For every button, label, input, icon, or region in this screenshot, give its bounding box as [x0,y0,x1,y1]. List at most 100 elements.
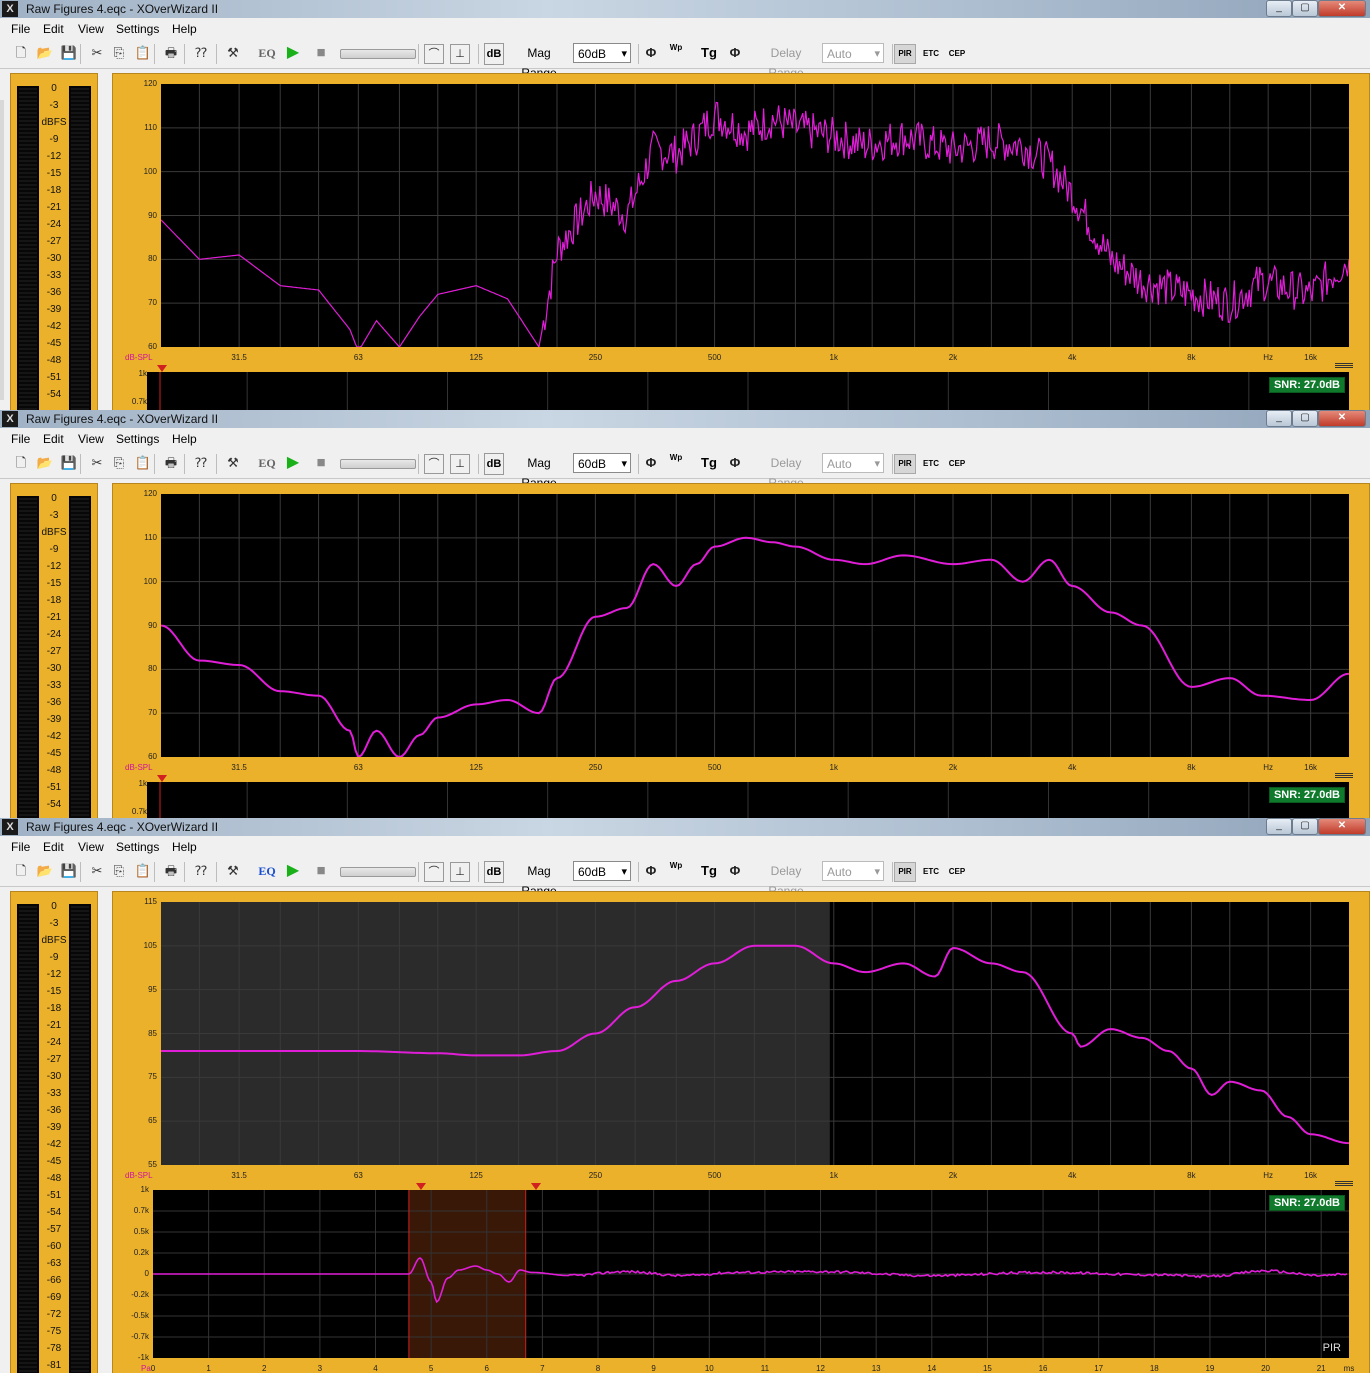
open-folder-icon[interactable]: 📂 [36,44,54,62]
db-button[interactable]: dB [484,453,504,475]
gate-start-marker[interactable] [157,775,167,782]
maximize-button[interactable]: ▢ [1292,818,1318,835]
menu-edit[interactable]: Edit [43,840,64,854]
phase-icon[interactable]: Φ [642,862,660,880]
menu-settings[interactable]: Settings [116,432,159,446]
save-icon[interactable]: 💾 [60,454,78,472]
menu-help[interactable]: Help [172,22,197,36]
print-icon[interactable]: 🖶 [162,862,180,880]
wp-button[interactable]: Wp [666,453,686,473]
pir-button[interactable]: PIR [894,44,916,64]
phase-delay-icon[interactable]: Φ [726,862,744,880]
impulse-view-icon[interactable]: ⊥ [450,44,470,64]
cep-button[interactable]: CEP [946,454,968,474]
resize-grip[interactable] [1335,363,1353,369]
frequency-plot[interactable] [161,494,1349,757]
impulse-view-icon[interactable]: ⊥ [450,454,470,474]
cut-icon[interactable]: ✂ [88,454,106,472]
print-icon[interactable]: 🖶 [162,454,180,472]
menu-help[interactable]: Help [172,432,197,446]
menu-settings[interactable]: Settings [116,840,159,854]
phase-delay-icon[interactable]: Φ [726,454,744,472]
frequency-plot[interactable] [161,902,1349,1165]
magnitude-view-icon[interactable]: ⌒ [424,862,444,882]
db-button[interactable]: dB [484,43,504,65]
phase-icon[interactable]: Φ [642,454,660,472]
menu-edit[interactable]: Edit [43,22,64,36]
help-icon[interactable]: ⁇ [192,862,210,880]
impulse-view-icon[interactable]: ⊥ [450,862,470,882]
stop-icon[interactable]: ■ [312,44,330,62]
copy-icon[interactable]: ⎘ [110,44,128,62]
group-delay-button[interactable]: Tg [698,43,720,63]
group-delay-button[interactable]: Tg [698,453,720,473]
magnitude-view-icon[interactable]: ⌒ [424,44,444,64]
play-icon[interactable]: ▶ [284,454,302,472]
menu-edit[interactable]: Edit [43,432,64,446]
gate-start-marker[interactable] [416,1183,426,1190]
close-button[interactable]: ✕ [1318,410,1366,427]
copy-icon[interactable]: ⎘ [110,862,128,880]
open-folder-icon[interactable]: 📂 [36,454,54,472]
delay-range-select[interactable]: Auto [822,453,884,474]
cut-icon[interactable]: ✂ [88,44,106,62]
menu-view[interactable]: View [78,432,104,446]
paste-icon[interactable]: 📋 [134,862,152,880]
impulse-plot[interactable]: SNR: 27.0dB [147,372,1349,410]
delay-range-select[interactable]: Auto [822,43,884,64]
minimize-button[interactable]: _ [1266,0,1292,17]
volume-slider[interactable] [340,49,416,59]
menu-view[interactable]: View [78,22,104,36]
minimize-button[interactable]: _ [1266,410,1292,427]
phase-icon[interactable]: Φ [642,44,660,62]
menu-file[interactable]: File [11,432,30,446]
menu-settings[interactable]: Settings [116,22,159,36]
pir-button[interactable]: PIR [894,454,916,474]
eq-button[interactable]: EQ [256,453,278,473]
resize-grip[interactable] [1335,773,1353,779]
group-delay-button[interactable]: Tg [698,861,720,881]
help-icon[interactable]: ⁇ [192,44,210,62]
menu-view[interactable]: View [78,840,104,854]
paste-icon[interactable]: 📋 [134,454,152,472]
stop-icon[interactable]: ■ [312,454,330,472]
cep-button[interactable]: CEP [946,44,968,64]
volume-slider[interactable] [340,867,416,877]
volume-slider[interactable] [340,459,416,469]
help-icon[interactable]: ⁇ [192,454,210,472]
gate-start-marker[interactable] [157,365,167,372]
maximize-button[interactable]: ▢ [1292,0,1318,17]
tools-icon[interactable]: ⚒ [224,44,242,62]
eq-button[interactable]: EQ [256,861,278,881]
play-icon[interactable]: ▶ [284,44,302,62]
cut-icon[interactable]: ✂ [88,862,106,880]
menu-file[interactable]: File [11,840,30,854]
mag-range-select[interactable]: 60dB [573,453,631,474]
open-folder-icon[interactable]: 📂 [36,862,54,880]
close-button[interactable]: ✕ [1318,0,1366,17]
impulse-plot[interactable]: SNR: 27.0dB PIR [153,1190,1349,1358]
save-icon[interactable]: 💾 [60,44,78,62]
gate-end-marker[interactable] [531,1183,541,1190]
tools-icon[interactable]: ⚒ [224,454,242,472]
maximize-button[interactable]: ▢ [1292,410,1318,427]
menu-file[interactable]: File [11,22,30,36]
cep-button[interactable]: CEP [946,862,968,882]
delay-range-select[interactable]: Auto [822,861,884,882]
etc-button[interactable]: ETC [920,862,942,882]
magnitude-view-icon[interactable]: ⌒ [424,454,444,474]
tools-icon[interactable]: ⚒ [224,862,242,880]
stop-icon[interactable]: ■ [312,862,330,880]
print-icon[interactable]: 🖶 [162,44,180,62]
impulse-plot[interactable]: SNR: 27.0dB [147,782,1349,818]
pir-button[interactable]: PIR [894,862,916,882]
frequency-plot[interactable] [161,84,1349,347]
new-file-icon[interactable]: 🗋 [12,454,30,472]
eq-button[interactable]: EQ [256,43,278,63]
minimize-button[interactable]: _ [1266,818,1292,835]
wp-button[interactable]: Wp [666,43,686,63]
mag-range-select[interactable]: 60dB [573,861,631,882]
save-icon[interactable]: 💾 [60,862,78,880]
etc-button[interactable]: ETC [920,44,942,64]
menu-help[interactable]: Help [172,840,197,854]
